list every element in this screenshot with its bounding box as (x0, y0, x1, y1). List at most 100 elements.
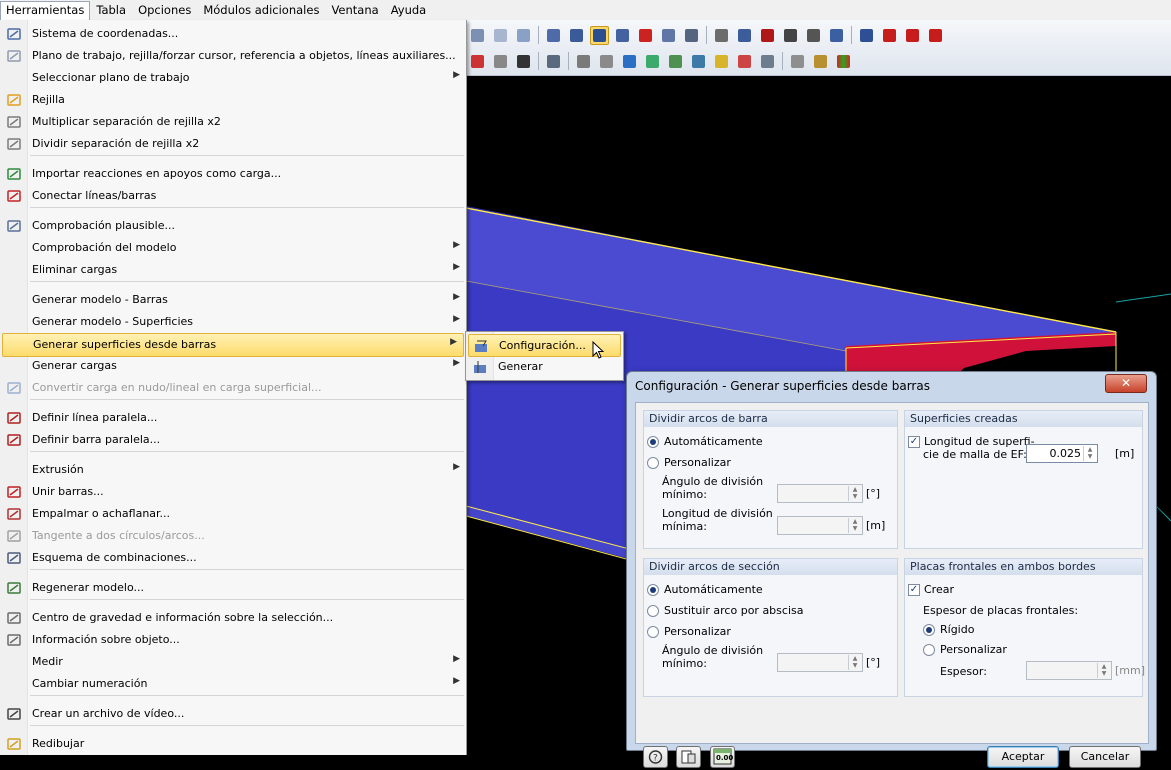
toolbar-dimension-icon[interactable] (735, 52, 754, 71)
menu-herramientas[interactable]: Herramientas (0, 0, 91, 20)
menu-item-8[interactable]: Conectar líneas/barras (0, 185, 466, 207)
menu-item-30[interactable]: Redibujar (0, 733, 466, 755)
close-icon[interactable]: ✕ (1105, 374, 1147, 393)
spinner-arrows[interactable]: ▲ ▼ (848, 518, 861, 533)
toolbar-support-icon[interactable] (666, 52, 685, 71)
menu-modulos-adicionales[interactable]: Módulos adicionales (197, 1, 325, 19)
cancel-button[interactable]: Cancelar (1069, 746, 1141, 768)
toolbar-plane-icon[interactable] (514, 52, 533, 71)
toolbar-color-scale-icon[interactable] (834, 52, 853, 71)
menu-item-23[interactable]: Esquema de combinaciones... (0, 547, 466, 569)
menu-ayuda[interactable]: Ayuda (385, 1, 433, 19)
spinner-arrows[interactable]: ▲ ▼ (1083, 446, 1096, 461)
toolbar-render-icon[interactable] (544, 52, 563, 71)
menu-item-label: Conectar líneas/barras (32, 189, 157, 202)
radio-section-auto[interactable]: Automáticamente (647, 583, 763, 596)
units-button[interactable]: 0.00 (710, 746, 735, 768)
toolbar-load-icon[interactable] (903, 26, 922, 45)
spinner-arrows[interactable]: ▲ ▼ (1097, 663, 1110, 678)
toolbar-view-icon[interactable] (514, 26, 533, 45)
toolbar-grid-pattern-icon[interactable] (712, 52, 731, 71)
toolbar-axis-icon[interactable] (491, 52, 510, 71)
radio-bar-arcs-auto[interactable]: Automáticamente (647, 435, 763, 448)
menu-item-3[interactable]: Seleccionar plano de trabajo ▶ (0, 67, 466, 89)
menu-item-18[interactable]: Definir barra paralela... (0, 429, 466, 451)
min-length-input[interactable]: ▲ ▼ (777, 516, 863, 535)
ok-button[interactable]: Aceptar (987, 746, 1059, 768)
toolbar-view-icon[interactable] (491, 26, 510, 45)
menu-item-11[interactable]: Eliminar cargas ▶ (0, 259, 466, 281)
menu-tabla[interactable]: Tabla (90, 1, 132, 19)
checkbox-mesh-length[interactable]: ✓ Longitud de superfi- (908, 435, 1035, 448)
toolbar-info-icon[interactable] (781, 26, 800, 45)
menu-item-22[interactable]: Tangente a dos círculos/arcos... (0, 525, 466, 547)
toolbar-snap-icon[interactable] (567, 26, 586, 45)
menu-item-17[interactable]: Definir línea paralela... (0, 407, 466, 429)
submenu-arrow-icon: ▶ (450, 337, 457, 347)
spinner-arrows[interactable]: ▲ ▼ (848, 486, 861, 501)
load-defaults-button[interactable] (676, 746, 701, 768)
menu-item-5[interactable]: Multiplicar separación de rejilla x2 (0, 111, 466, 133)
menu-item-24[interactable]: Regenerar modelo... (0, 577, 466, 599)
menu-item-14[interactable]: Generar superficies desde barras ▶ (2, 333, 464, 357)
menu-item-10[interactable]: Comprobación del modelo ▶ (0, 237, 466, 259)
min-angle-input[interactable]: ▲ ▼ (777, 484, 863, 503)
checkbox-create-end-plates[interactable]: ✓ Crear (908, 583, 954, 596)
menu-item-25[interactable]: Centro de gravedad e información sobre l… (0, 607, 466, 629)
menu-item-13[interactable]: Generar modelo - Superficies ▶ (0, 311, 466, 333)
menu-item-28[interactable]: Cambiar numeración ▶ (0, 673, 466, 695)
toolbar-section-icon[interactable] (597, 52, 616, 71)
spinner-arrows[interactable]: ▲ ▼ (848, 655, 861, 670)
toolbar-calc-icon[interactable] (804, 26, 823, 45)
menu-item-7[interactable]: Importar reacciones en apoyos como carga… (0, 163, 466, 185)
section-min-angle-input[interactable]: ▲ ▼ (777, 653, 863, 672)
toolbar-load-icon[interactable] (880, 26, 899, 45)
menu-item-2[interactable]: Plano de trabajo, rejilla/forzar cursor,… (0, 45, 466, 67)
menu-item-1[interactable]: Sistema de coordenadas... (0, 23, 466, 45)
toolbar-doc-icon[interactable] (788, 52, 807, 71)
mesh-length-input[interactable]: 0.025 ▲ ▼ (1026, 444, 1098, 463)
toolbar-member-icon[interactable] (659, 26, 678, 45)
radio-section-replace[interactable]: Sustituir arco por abscisa (647, 604, 803, 617)
radio-rigid[interactable]: Rígido (923, 623, 974, 636)
toolbar-load-icon[interactable] (857, 26, 876, 45)
toolbar-node-icon[interactable] (613, 26, 632, 45)
menu-item-27[interactable]: Medir ▶ (0, 651, 466, 673)
menu-item-12[interactable]: Generar modelo - Barras ▶ (0, 289, 466, 311)
menu-item-15[interactable]: Generar cargas ▶ (0, 355, 466, 377)
menu-item-19[interactable]: Extrusión ▶ (0, 459, 466, 481)
toolbar-view-icon[interactable] (468, 26, 487, 45)
toolbar-connect-icon[interactable] (758, 26, 777, 45)
menu-item-6[interactable]: Dividir separación de rejilla x2 (0, 133, 466, 155)
menu-item-29[interactable]: Crear un archivo de vídeo... (0, 703, 466, 725)
group-surfaces-created: Superficies creadas ✓ Longitud de superf… (904, 410, 1143, 549)
menu-opciones[interactable]: Opciones (132, 1, 197, 19)
thickness-input[interactable]: ▲ ▼ (1026, 661, 1112, 680)
toolbar-model-icon[interactable] (827, 26, 846, 45)
menu-item-21[interactable]: Empalmar o achaflanar... (0, 503, 466, 525)
menu-item-16[interactable]: Convertir carga en nudo/lineal en carga … (0, 377, 466, 399)
toolbar-tools-icon[interactable] (811, 52, 830, 71)
toolbar-pen-icon[interactable] (574, 52, 593, 71)
menu-item-9[interactable]: Comprobación plausible... (0, 215, 466, 237)
toolbar-solid-icon[interactable] (620, 52, 639, 71)
toolbar-table-icon[interactable] (758, 52, 777, 71)
toolbar-line-icon[interactable] (712, 26, 731, 45)
menu-ventana[interactable]: Ventana (325, 1, 384, 19)
toolbar-node-icon[interactable] (636, 26, 655, 45)
radio-section-custom[interactable]: Personalizar (647, 625, 731, 638)
toolbar-axis-icon[interactable] (468, 52, 487, 71)
toolbar-box-icon[interactable] (643, 52, 662, 71)
radio-bar-arcs-custom[interactable]: Personalizar (647, 456, 731, 469)
toolbar-hinge-icon[interactable] (689, 52, 708, 71)
menu-item-20[interactable]: Unir barras... (0, 481, 466, 503)
toolbar-load-icon[interactable] (926, 26, 945, 45)
radio-thickness-custom[interactable]: Personalizar (923, 643, 1007, 656)
toolbar-grid-icon[interactable] (544, 26, 563, 45)
help-button[interactable]: ? (643, 746, 668, 768)
toolbar-arc-icon[interactable] (735, 26, 754, 45)
toolbar-grid-active-icon[interactable] (590, 25, 609, 45)
toolbar-member-icon[interactable] (682, 26, 701, 45)
menu-item-26[interactable]: Información sobre objeto... (0, 629, 466, 651)
menu-item-4[interactable]: Rejilla (0, 89, 466, 111)
